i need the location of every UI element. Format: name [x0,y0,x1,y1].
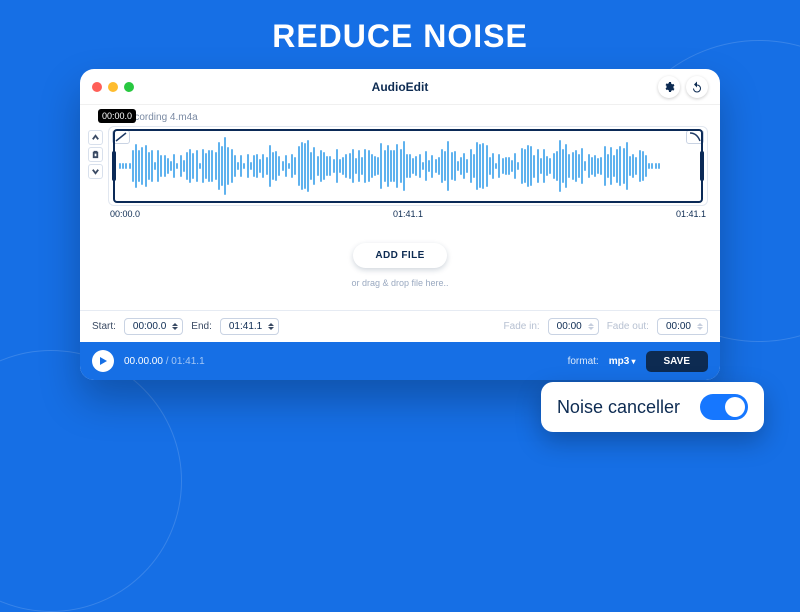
stepper-arrows-icon [588,323,594,330]
titlebar: AudioEdit [80,69,720,105]
waveform [119,127,697,205]
app-window: AudioEdit 00:00.0 ew Recording 4.m4a [80,69,720,380]
time-current: 00.00.00 [124,356,163,367]
fadein-stepper[interactable]: 00:00 [548,318,599,335]
add-file-button[interactable]: ADD FILE [353,243,446,268]
noise-canceller-toggle[interactable] [700,394,748,420]
timeline-end: 01:41.1 [676,209,706,219]
stepper-arrows-icon [172,323,178,330]
dropzone-hint: or drag & drop file here.. [80,278,720,288]
start-time-value: 00:00.0 [129,321,170,332]
save-button[interactable]: SAVE [646,351,709,372]
delete-button[interactable] [88,147,103,162]
file-tabs: ew Recording 4.m4a [80,105,720,126]
time-total: 01:41.1 [171,356,204,367]
dropzone[interactable]: ADD FILE or drag & drop file here.. [80,225,720,310]
stepper-arrows-icon [268,323,274,330]
selection-handle-right[interactable] [700,151,704,181]
start-time-stepper[interactable]: 00:00.0 [124,318,183,335]
hover-timestamp-badge: 00:00.0 [98,109,136,123]
fadein-value: 00:00 [553,321,586,332]
format-select[interactable]: mp3 [609,356,636,367]
timeline-start: 00:00.0 [110,209,140,219]
hero-title: REDUCE NOISE [0,0,800,69]
editor-side-tools [88,130,103,179]
move-up-button[interactable] [88,130,103,145]
end-label: End: [191,321,212,332]
waveform-editor: 00:00.0 01:41.1 01:41.1 [108,126,708,219]
noise-canceller-label: Noise canceller [557,397,680,418]
time-counter: 00.00.00 / 01:41.1 [124,356,205,367]
fadein-label: Fade in: [504,321,540,332]
playbar: 00.00.00 / 01:41.1 format: mp3 SAVE [80,342,720,380]
end-time-stepper[interactable]: 01:41.1 [220,318,279,335]
move-down-button[interactable] [88,164,103,179]
timeline-mid: 01:41.1 [393,209,423,219]
format-label: format: [568,356,599,367]
fadeout-value: 00:00 [662,321,695,332]
start-label: Start: [92,321,116,332]
trim-toolbar: Start: 00:00.0 End: 01:41.1 Fade in: 00:… [80,310,720,342]
timeline: 00:00.0 01:41.1 01:41.1 [108,206,708,219]
stepper-arrows-icon [697,323,703,330]
end-time-value: 01:41.1 [225,321,266,332]
fadeout-stepper[interactable]: 00:00 [657,318,708,335]
play-icon [98,356,108,366]
waveform-area[interactable] [108,126,708,206]
play-button[interactable] [92,350,114,372]
noise-canceller-card: Noise canceller [541,382,764,432]
app-title: AudioEdit [80,80,720,94]
fadeout-label: Fade out: [607,321,649,332]
selection-handle-left[interactable] [112,151,116,181]
